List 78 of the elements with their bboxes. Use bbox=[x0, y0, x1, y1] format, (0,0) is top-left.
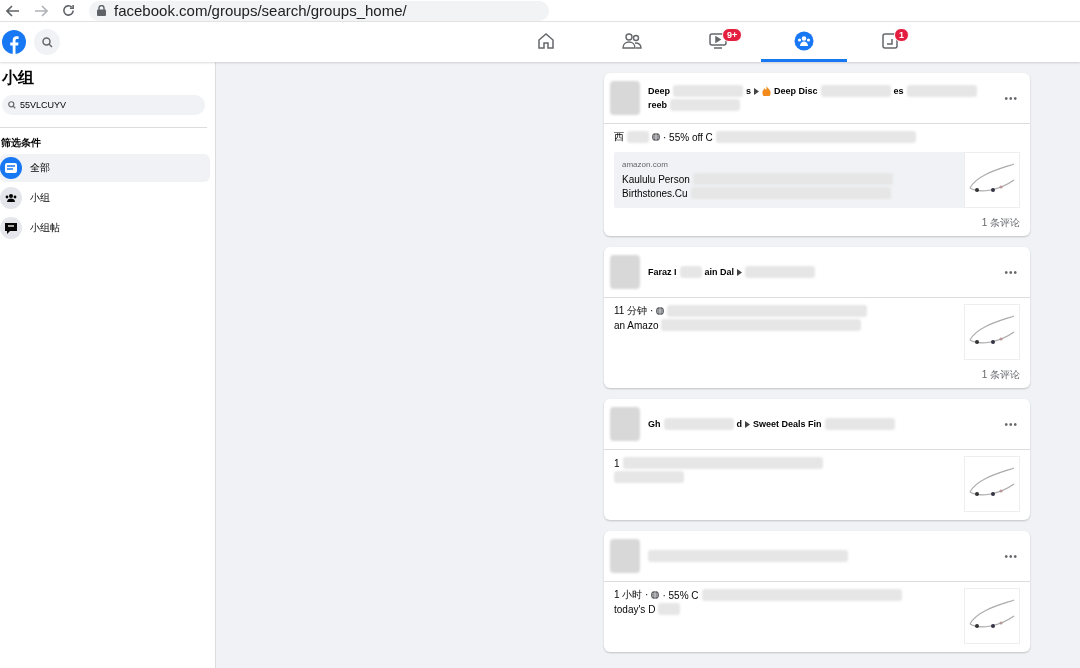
blurred-text bbox=[614, 471, 684, 483]
search-value: 55VLCUYV bbox=[20, 100, 67, 110]
search-icon bbox=[8, 101, 16, 109]
blurred-text bbox=[745, 266, 816, 278]
triangle-icon bbox=[737, 268, 743, 276]
groups-icon bbox=[794, 30, 814, 51]
blurred-text bbox=[670, 99, 740, 111]
blurred-text bbox=[824, 418, 895, 430]
post-text: Gh bbox=[648, 419, 661, 429]
blurred-text bbox=[906, 85, 977, 97]
comment-count[interactable]: 1 条评论 bbox=[604, 368, 1030, 388]
bracelet-thumbnail bbox=[964, 304, 1020, 360]
reload-icon[interactable] bbox=[62, 4, 75, 17]
post-text: Birthstones.Cu bbox=[622, 187, 688, 199]
globe-icon bbox=[651, 591, 660, 599]
search-icon bbox=[41, 36, 53, 48]
blurred-text bbox=[658, 603, 681, 615]
blurred-text bbox=[673, 85, 743, 97]
post-text: · 55% C bbox=[662, 589, 699, 601]
filter-item[interactable]: 小组 bbox=[0, 184, 210, 212]
globe-icon bbox=[656, 307, 665, 315]
blurred-text bbox=[679, 266, 702, 278]
post-text: 1 bbox=[614, 457, 620, 469]
list-icon bbox=[0, 157, 22, 179]
bracelet-thumbnail bbox=[964, 456, 1020, 512]
triangle-icon bbox=[745, 420, 750, 428]
post-text: s bbox=[746, 86, 752, 96]
video-icon bbox=[709, 31, 727, 50]
back-icon[interactable] bbox=[6, 4, 20, 17]
blurred-text bbox=[820, 85, 891, 97]
bracelet-thumbnail bbox=[964, 152, 1020, 208]
page-title: 小组 bbox=[2, 68, 35, 88]
address-bar[interactable]: facebook.com/groups/search/groups_home/ bbox=[89, 0, 549, 21]
facebook-logo[interactable] bbox=[2, 30, 26, 54]
filter-item[interactable]: 全部 bbox=[0, 154, 210, 182]
post-text: Deep Disc bbox=[774, 86, 818, 96]
lock-icon bbox=[97, 5, 106, 16]
more-options-button[interactable]: ••• bbox=[1004, 550, 1018, 562]
home-icon bbox=[537, 31, 555, 50]
post-text: today's D bbox=[614, 603, 656, 615]
square-icon bbox=[881, 31, 899, 50]
people-icon bbox=[622, 31, 642, 50]
link-preview[interactable]: amazon.com Kaululu Person Birthstones.Cu bbox=[614, 152, 1020, 208]
post-text: 1 小时 · bbox=[614, 588, 649, 602]
bracelet-thumbnail bbox=[964, 588, 1020, 644]
filter-heading: 筛选条件 bbox=[1, 136, 42, 150]
comment-count[interactable]: 1 条评论 bbox=[604, 216, 1030, 236]
post-text: d bbox=[736, 419, 742, 429]
notification-badge: 9+ bbox=[722, 28, 743, 42]
link-domain: amazon.com bbox=[622, 160, 669, 169]
post-text: · 55% off C bbox=[663, 131, 713, 143]
post-text: Kaululu Person bbox=[622, 173, 690, 185]
url-text: facebook.com/groups/search/groups_home/ bbox=[114, 2, 407, 19]
groups-icon bbox=[0, 187, 22, 209]
post-text: reeb bbox=[648, 100, 667, 110]
filter-item[interactable]: 小组帖 bbox=[0, 214, 210, 242]
nav-tab[interactable]: 1 bbox=[847, 22, 933, 62]
notification-badge: 1 bbox=[894, 28, 909, 42]
globe-icon bbox=[652, 133, 660, 141]
forward-icon[interactable] bbox=[34, 4, 48, 17]
post-text: 11 分钟 · bbox=[614, 304, 654, 318]
post-text: es bbox=[893, 86, 904, 96]
post-text: Faraz I bbox=[648, 267, 677, 277]
blurred-text bbox=[663, 418, 734, 430]
post-text: ain Dal bbox=[704, 267, 735, 277]
triangle-icon bbox=[754, 87, 760, 95]
blurred-text bbox=[627, 131, 649, 143]
flame-icon bbox=[762, 86, 772, 96]
post-text: Sweet Deals Fin bbox=[753, 419, 822, 429]
search-button[interactable] bbox=[34, 29, 60, 55]
post-text: an Amazo bbox=[614, 319, 659, 331]
post-text: 西 bbox=[614, 130, 624, 144]
more-options-button[interactable]: ••• bbox=[1004, 418, 1018, 430]
more-options-button[interactable]: ••• bbox=[1004, 266, 1018, 278]
more-options-button[interactable]: ••• bbox=[1004, 92, 1018, 104]
post-text: Deep bbox=[648, 86, 670, 96]
nav-tab[interactable]: 9+ bbox=[675, 22, 761, 62]
search-field[interactable]: 55VLCUYV bbox=[2, 95, 205, 115]
